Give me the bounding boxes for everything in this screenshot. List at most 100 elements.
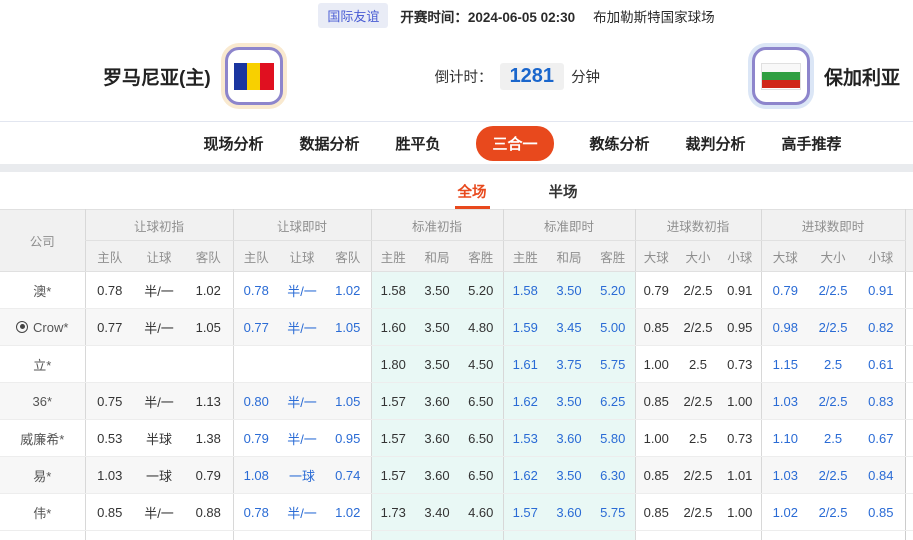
partial-cell — [905, 309, 913, 346]
odds-cell: 2.5 — [677, 346, 719, 383]
company-cell[interactable]: 易* — [0, 457, 85, 494]
odds-cell — [279, 346, 325, 383]
table-row: 易*1.03一球0.791.08一球0.741.573.606.501.623.… — [0, 457, 913, 494]
table-row: 威廉希*0.53半球1.380.79半/一0.951.573.606.501.5… — [0, 420, 913, 457]
nav-tab-高手推荐[interactable]: 高手推荐 — [782, 133, 842, 154]
partial-column-header — [905, 210, 913, 272]
odds-cell: 1.10 — [761, 420, 809, 457]
group-header: 让球即时 — [233, 210, 371, 241]
company-cell[interactable]: Crow* — [0, 309, 85, 346]
odds-cell: 3.60 — [415, 457, 459, 494]
odds-cell: 1.58 — [371, 272, 415, 309]
odds-cell: 5.00 — [591, 309, 635, 346]
odds-cell: 1.01 — [719, 457, 761, 494]
odds-cell: 半/一 — [279, 420, 325, 457]
odds-cell: 0.79 — [761, 272, 809, 309]
odds-cell: 半/一 — [134, 309, 184, 346]
odds-cell — [85, 346, 134, 383]
column-header: 和局 — [415, 241, 459, 272]
odds-cell: 0.75 — [85, 383, 134, 420]
company-cell[interactable]: 澳* — [0, 272, 85, 309]
odds-cell: 2/2.5 — [677, 309, 719, 346]
odds-cell — [279, 531, 325, 540]
odds-cell — [761, 531, 809, 540]
nav-tab-数据分析[interactable]: 数据分析 — [299, 133, 359, 154]
odds-cell — [719, 531, 761, 540]
odds-cell: 0.85 — [85, 494, 134, 531]
odds-cell: 半/一 — [134, 272, 184, 309]
odds-cell: 2/2.5 — [809, 383, 857, 420]
nav-tab-教练分析[interactable]: 教练分析 — [590, 133, 650, 154]
odds-cell: 1.03 — [85, 457, 134, 494]
odds-cell: 半/一 — [279, 383, 325, 420]
odds-cell: 0.73 — [719, 420, 761, 457]
period-subtabs: 全场 半场 — [0, 172, 913, 209]
odds-cell: 0.73 — [719, 346, 761, 383]
countdown-value: 1281 — [500, 63, 565, 90]
odds-cell: 2/2.5 — [809, 309, 857, 346]
nav-tab-三合一[interactable]: 三合一 — [476, 126, 553, 161]
company-cell[interactable]: 36* — [0, 383, 85, 420]
company-cell[interactable]: 伟* — [0, 494, 85, 531]
odds-cell: 2.5 — [677, 420, 719, 457]
odds-cell: 半/一 — [279, 309, 325, 346]
odds-cell: 0.79 — [635, 272, 677, 309]
away-team-name: 保加利亚 — [824, 63, 900, 90]
odds-cell — [184, 531, 233, 540]
odds-cell: 3.50 — [415, 346, 459, 383]
column-header: 客胜 — [459, 241, 503, 272]
company-cell[interactable]: 立* — [0, 346, 85, 383]
odds-cell: 6.50 — [459, 457, 503, 494]
odds-cell: 5.20 — [459, 272, 503, 309]
odds-cell: 0.82 — [857, 309, 905, 346]
nav-tab-现场分析[interactable]: 现场分析 — [203, 133, 263, 154]
odds-cell: 1.05 — [325, 309, 371, 346]
odds-cell — [233, 531, 279, 540]
odds-cell: 1.53 — [503, 420, 547, 457]
odds-cell: 0.85 — [635, 457, 677, 494]
odds-cell: 3.60 — [547, 420, 591, 457]
odds-cell: 2.5 — [809, 346, 857, 383]
company-cell[interactable]: 威廉希* — [0, 420, 85, 457]
odds-cell — [184, 346, 233, 383]
odds-cell: 6.50 — [459, 383, 503, 420]
odds-cell: 1.02 — [184, 272, 233, 309]
odds-cell: 3.50 — [547, 383, 591, 420]
odds-cell: 1.57 — [371, 457, 415, 494]
nav-tab-胜平负[interactable]: 胜平负 — [395, 133, 440, 154]
column-header: 让球 — [134, 241, 184, 272]
section-gap — [0, 164, 913, 172]
odds-cell: 半/一 — [134, 383, 184, 420]
column-header: 大小 — [809, 241, 857, 272]
odds-cell: 5.75 — [591, 346, 635, 383]
odds-cell — [635, 531, 677, 540]
odds-cell — [591, 531, 635, 540]
odds-cell: 半球 — [134, 420, 184, 457]
odds-cell: 3.60 — [415, 420, 459, 457]
table-row: 澳*0.78半/一1.020.78半/一1.021.583.505.201.58… — [0, 272, 913, 309]
odds-cell: 5.75 — [591, 494, 635, 531]
subtab-半场[interactable]: 半场 — [546, 173, 581, 209]
odds-cell: 4.50 — [459, 346, 503, 383]
odds-cell: 1.00 — [719, 383, 761, 420]
odds-cell: 2/2.5 — [809, 272, 857, 309]
column-header: 主胜 — [503, 241, 547, 272]
odds-cell: 5.80 — [591, 420, 635, 457]
odds-cell: 0.84 — [857, 457, 905, 494]
column-header: 客胜 — [591, 241, 635, 272]
analysis-nav-tabs: 现场分析 数据分析 胜平负 三合一 教练分析 裁判分析 高手推荐 — [132, 122, 913, 164]
nav-tab-裁判分析[interactable]: 裁判分析 — [686, 133, 746, 154]
odds-cell: 1.15 — [761, 346, 809, 383]
odds-cell: 1.57 — [371, 420, 415, 457]
odds-cell: 2/2.5 — [809, 457, 857, 494]
column-header: 主队 — [233, 241, 279, 272]
odds-cell — [547, 531, 591, 540]
odds-cell: 3.75 — [547, 346, 591, 383]
odds-cell: 3.50 — [415, 272, 459, 309]
odds-cell — [325, 531, 371, 540]
subtab-全场[interactable]: 全场 — [455, 173, 490, 209]
column-header: 客队 — [325, 241, 371, 272]
company-column-header: 公司 — [0, 210, 85, 272]
odds-cell: 3.50 — [547, 457, 591, 494]
odds-cell: 3.50 — [415, 309, 459, 346]
